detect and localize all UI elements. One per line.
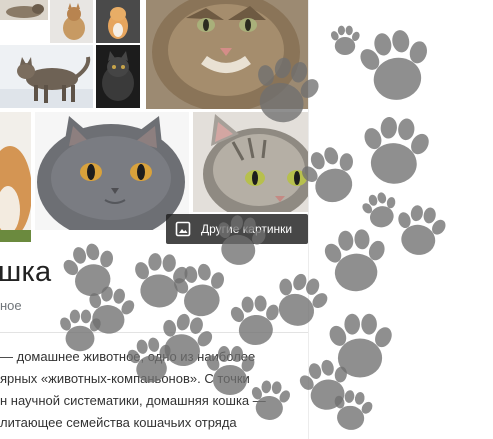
cat-image-tile-4[interactable] (146, 0, 308, 109)
paw-print (353, 25, 439, 106)
section-divider (0, 332, 308, 333)
paw-print (227, 293, 284, 348)
paw-print (58, 309, 103, 352)
paw-print (81, 283, 140, 338)
paw-print (357, 114, 434, 187)
paw-print (358, 188, 403, 232)
paw-print (320, 227, 392, 294)
cat-image-tile-9[interactable] (193, 112, 308, 212)
paw-print (328, 387, 377, 434)
entity-subtitle: ное (0, 298, 22, 313)
cat-image-tile-5[interactable] (0, 45, 93, 108)
panel-divider (308, 0, 309, 439)
cat-image-tile-2[interactable] (50, 0, 93, 43)
paw-print (168, 260, 233, 321)
image-icon (175, 221, 191, 237)
cat-image-tile-1[interactable] (0, 0, 48, 20)
description-line: ярных «животных-компаньонов». С точки (0, 371, 250, 386)
paw-print (265, 267, 336, 335)
paw-print (129, 251, 192, 310)
description-line: литающее семейства кошачьих отряда (0, 415, 237, 430)
search-results-page: Другие картинки шка ное — домашнее живот… (0, 0, 493, 439)
cat-image-tile-3[interactable] (96, 0, 140, 43)
paw-print (326, 313, 395, 378)
entity-title: шка (0, 256, 52, 288)
entity-description: — домашнее животное, одно из наиболее яр… (0, 346, 300, 434)
paw-print (57, 238, 124, 303)
more-images-button[interactable]: Другие картинки (166, 214, 308, 244)
paw-print (390, 201, 451, 260)
paw-print (329, 25, 362, 55)
cat-image-tile-8[interactable] (35, 112, 189, 230)
description-line: — домашнее животное, одно из наиболее (0, 349, 256, 364)
paw-print (293, 354, 358, 416)
cat-image-tile-7[interactable] (0, 112, 31, 242)
more-images-label: Другие картинки (201, 222, 293, 236)
cat-image-tile-6[interactable] (96, 45, 140, 108)
description-line: н научной систематики, домашняя кошка — (0, 393, 266, 408)
